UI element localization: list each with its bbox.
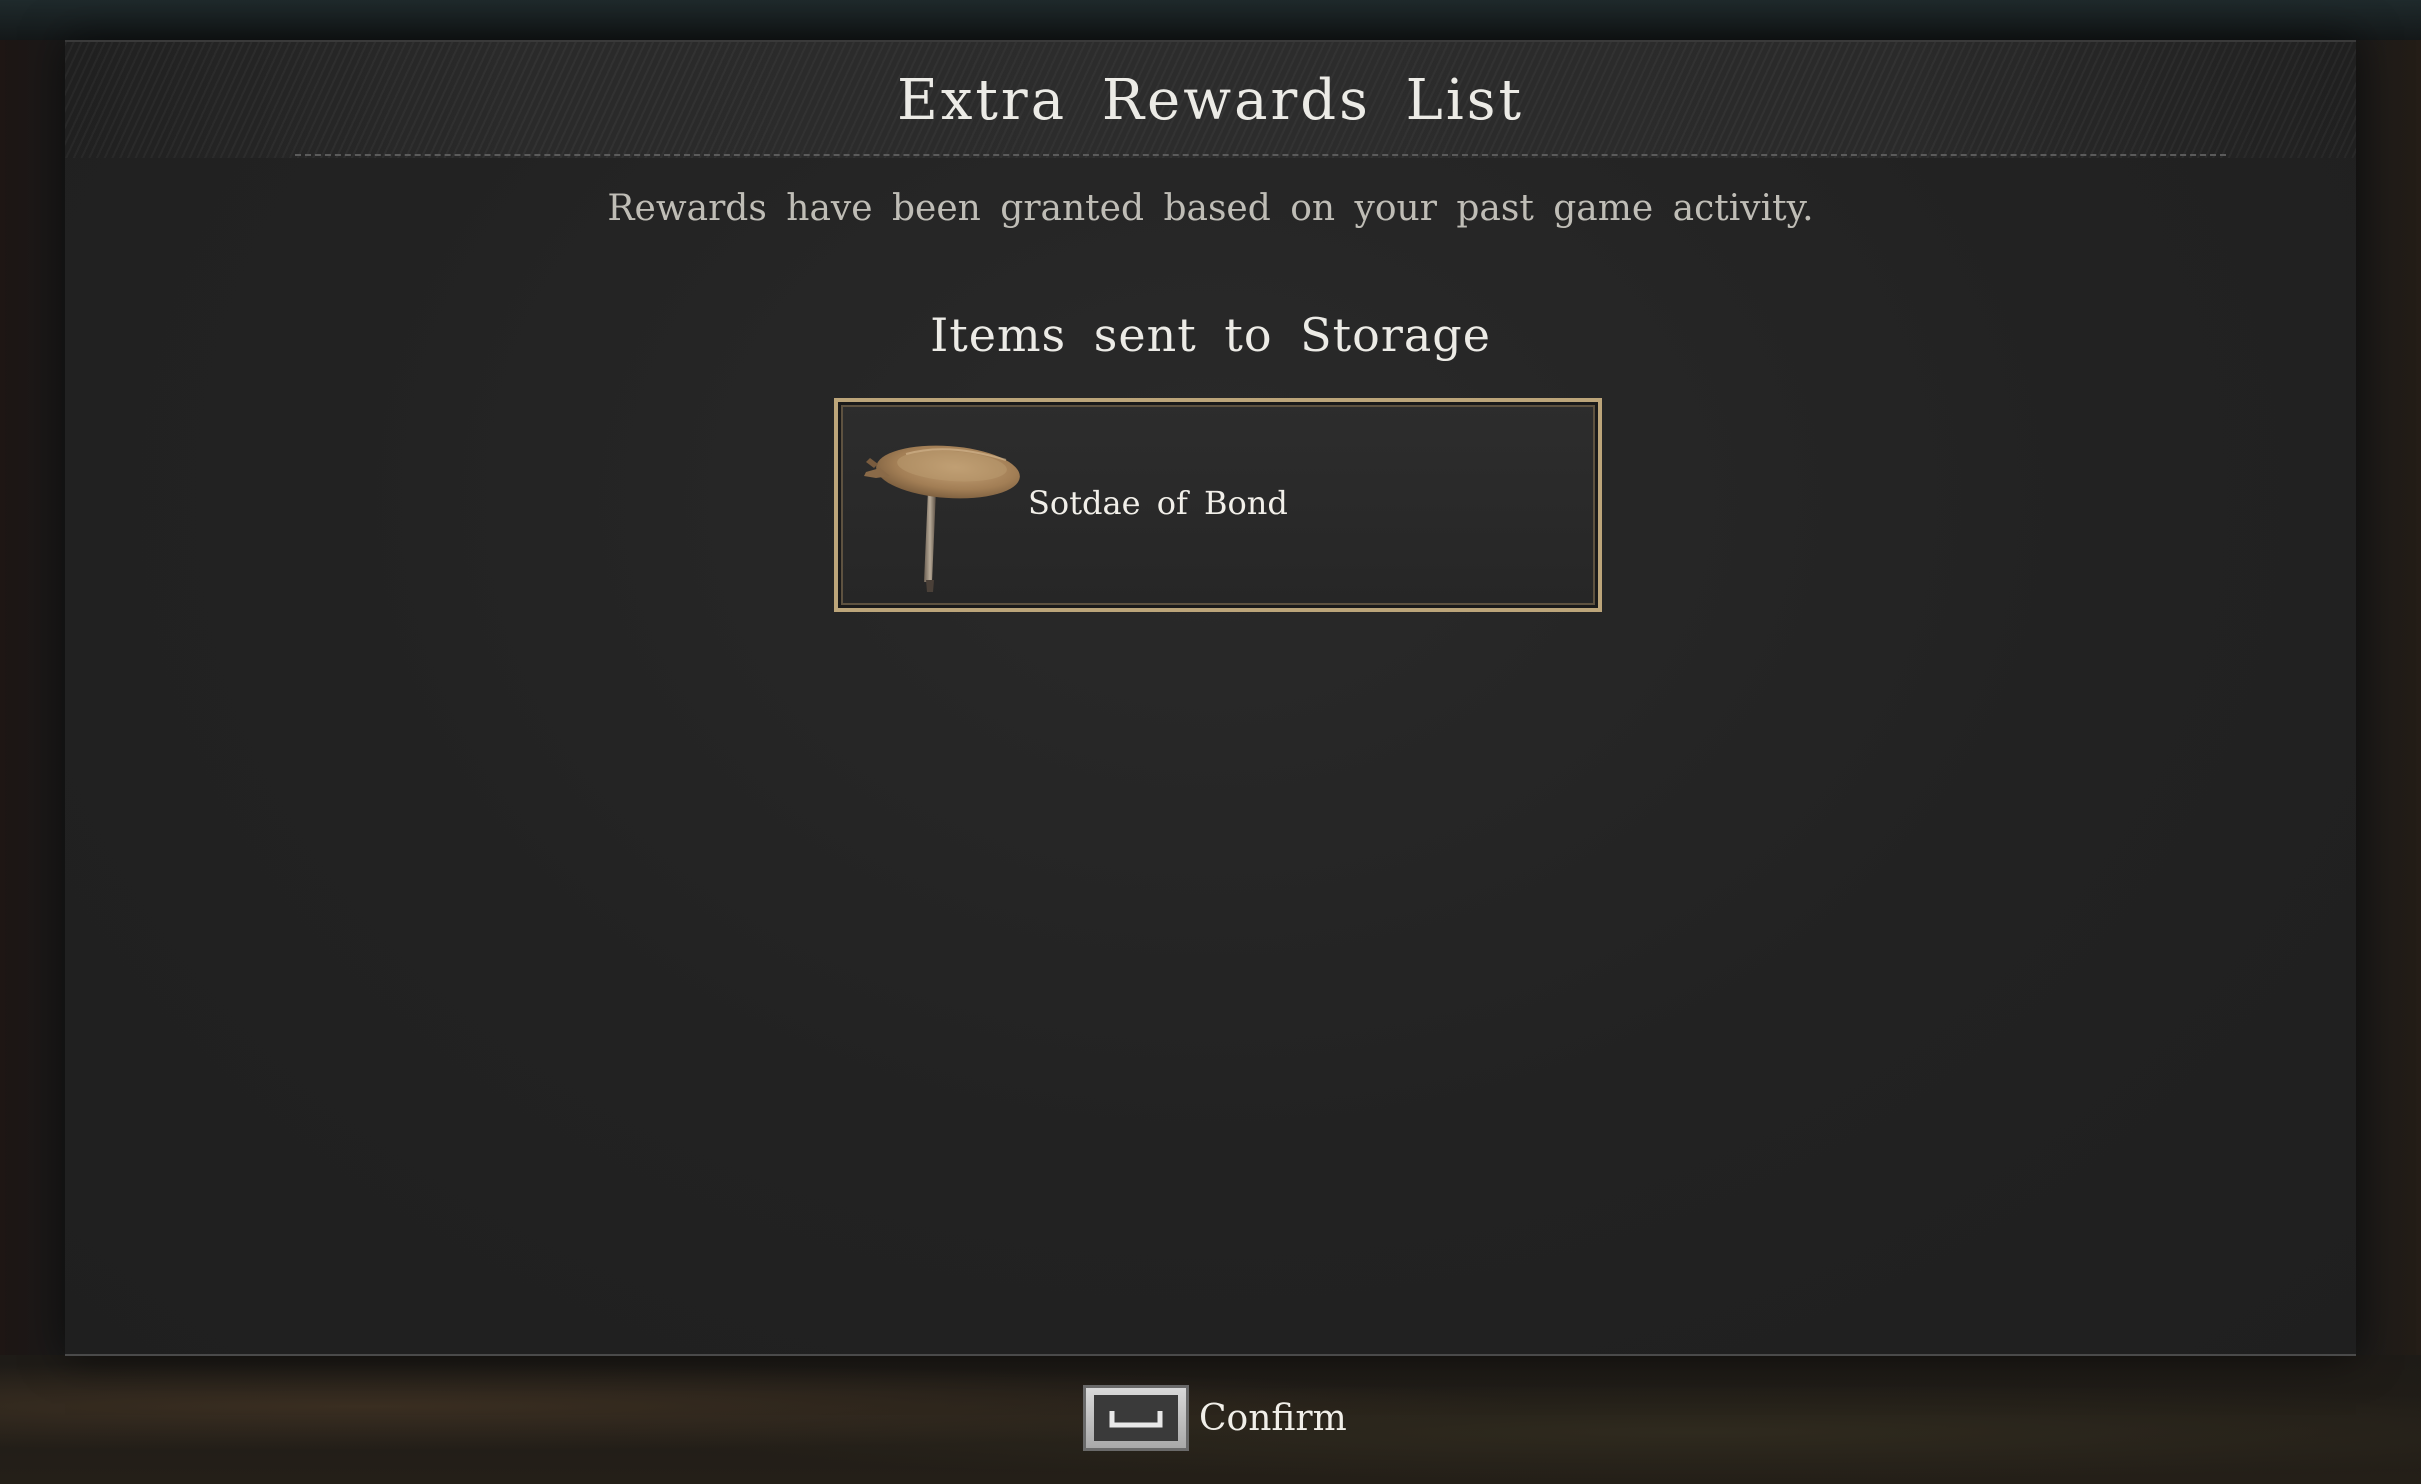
scene-backdrop-top bbox=[0, 0, 2421, 40]
dialog-title: Extra Rewards List bbox=[896, 68, 1525, 133]
scene-backdrop-left bbox=[0, 40, 70, 1360]
confirm-button[interactable]: Confirm bbox=[1083, 1382, 1347, 1454]
rewards-dialog: Extra Rewards List Rewards have been gra… bbox=[65, 40, 2356, 1355]
reward-item-card[interactable]: Sotdae of Bond bbox=[834, 398, 1602, 612]
footer-divider bbox=[65, 1354, 2356, 1356]
game-screen: Extra Rewards List Rewards have been gra… bbox=[0, 0, 2421, 1484]
header-divider bbox=[295, 154, 2226, 156]
section-heading: Items sent to Storage bbox=[930, 308, 1491, 362]
sotdae-pole-icon bbox=[856, 432, 1026, 602]
dialog-subtitle: Rewards have been granted based on your … bbox=[607, 188, 1814, 229]
spacebar-key-icon bbox=[1083, 1385, 1189, 1451]
confirm-label: Confirm bbox=[1199, 1397, 1347, 1439]
reward-item-name: Sotdae of Bond bbox=[1028, 484, 1288, 522]
